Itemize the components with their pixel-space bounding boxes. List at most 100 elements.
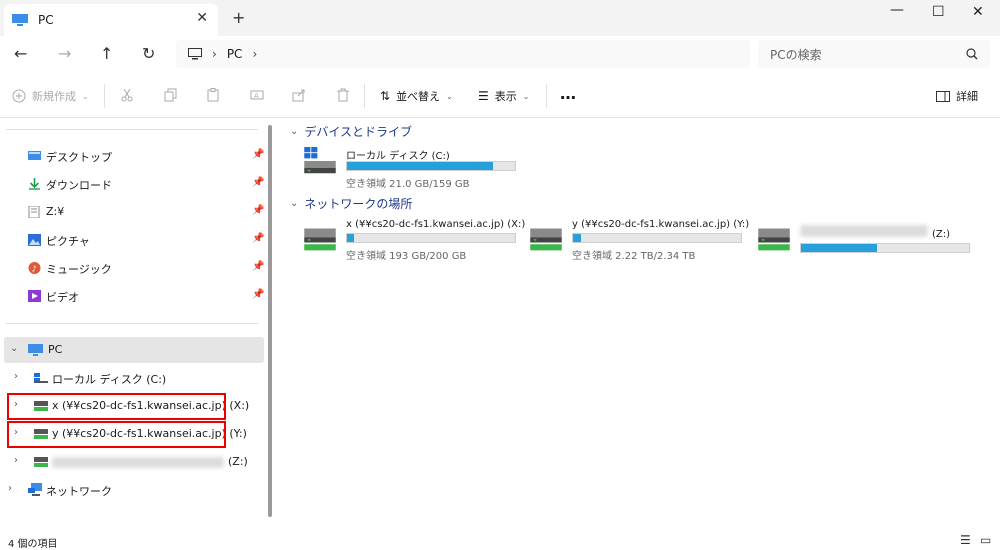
pc-icon: [12, 14, 28, 26]
free-space-text: 空き領域 2.22 TB/2.34 TB: [572, 251, 696, 262]
pin-icon[interactable]: 📌: [252, 205, 264, 216]
search-icon: [966, 48, 978, 60]
chevron-down-icon: ⌄: [446, 91, 453, 101]
tab-pc[interactable]: PC ✕: [4, 4, 218, 36]
pictures-icon: [28, 234, 41, 246]
more-options-button[interactable]: …: [560, 84, 576, 103]
sidebar-item-music[interactable]: ♪ ミュージック 📌: [0, 255, 266, 281]
sort-icon: ⇅: [380, 89, 391, 103]
tab-title: PC: [38, 13, 54, 27]
delete-icon[interactable]: [336, 88, 350, 102]
details-view-icon[interactable]: ☰: [960, 533, 971, 547]
capacity-fill: [801, 244, 877, 252]
details-pane-icon: [936, 90, 950, 102]
maximize-button[interactable]: ☐: [932, 4, 945, 20]
sidebar-item-videos[interactable]: ビデオ 📌: [0, 283, 266, 309]
pin-icon[interactable]: 📌: [252, 177, 264, 188]
rename-icon[interactable]: A: [250, 88, 264, 102]
address-bar[interactable]: › PC ›: [176, 40, 750, 68]
breadcrumb-pc[interactable]: PC: [227, 47, 243, 61]
breadcrumb-chevron-icon[interactable]: ›: [252, 47, 257, 61]
pin-icon[interactable]: 📌: [252, 149, 264, 160]
drive-tile-local[interactable]: ローカル ディスク (C:) 空き領域 21.0 GB/159 GB: [302, 147, 522, 190]
search-input[interactable]: PCの検索: [770, 46, 822, 63]
divider: [364, 84, 365, 108]
drive-tile-z[interactable]: (Z:): [756, 219, 976, 259]
capacity-fill: [347, 234, 354, 242]
sidebar-item-local-disk[interactable]: › ローカル ディスク (C:): [0, 365, 266, 391]
sidebar-item-z-network-drive[interactable]: › (Z:): [0, 449, 266, 475]
chevron-down-icon[interactable]: ⌄: [10, 343, 18, 354]
desktop-icon: [28, 151, 41, 160]
status-bar: 4 個の項目 ☰ ▭: [0, 531, 1000, 550]
up-button[interactable]: ↑: [100, 44, 113, 63]
pin-icon[interactable]: 📌: [252, 289, 264, 300]
copy-icon[interactable]: [164, 88, 178, 102]
sidebar-item-label: デスクトップ: [46, 151, 112, 164]
videos-icon: [28, 290, 41, 302]
chevron-down-icon[interactable]: ⌄: [290, 198, 298, 209]
sidebar-item-label: ミュージック: [46, 263, 112, 276]
close-window-button[interactable]: ✕: [972, 4, 984, 20]
search-box[interactable]: PCの検索: [758, 40, 990, 68]
free-space-text: 空き領域 21.0 GB/159 GB: [346, 179, 470, 190]
drive-tile-y[interactable]: y (¥¥cs20-dc-fs1.kwansei.ac.jp) (Y:) 空き領…: [528, 219, 749, 262]
view-button[interactable]: ☰ 表示 ⌄: [478, 88, 529, 104]
pin-icon[interactable]: 📌: [252, 233, 264, 244]
divider: [104, 84, 105, 108]
navigation-bar: ← → ↑ ↻ › PC › PCの検索: [0, 36, 1000, 72]
monitor-icon: [188, 48, 202, 60]
view-icon: ☰: [478, 89, 489, 103]
sidebar-item-label: ビデオ: [46, 291, 79, 304]
folder-icon: [28, 206, 40, 218]
sidebar-item-desktop[interactable]: デスクトップ 📌: [0, 143, 266, 169]
sidebar-item-network[interactable]: › ネットワーク: [0, 477, 266, 503]
sidebar-scrollbar[interactable]: [268, 125, 272, 517]
chevron-right-icon[interactable]: ›: [14, 371, 18, 382]
command-bar: 新規作成 ⌄ A ⇅ 並べ替え ⌄ ☰ 表示 ⌄ … 詳細: [0, 74, 1000, 118]
redacted-text: [800, 225, 928, 237]
windows-drive-icon: [304, 147, 336, 174]
back-button[interactable]: ←: [14, 44, 27, 63]
network-section-header[interactable]: ⌄ ネットワークの場所: [290, 195, 412, 212]
paste-icon[interactable]: [206, 88, 220, 102]
capacity-bar: [572, 233, 742, 243]
tiles-view-icon[interactable]: ▭: [980, 533, 991, 547]
sidebar-item-pictures[interactable]: ピクチャ 📌: [0, 227, 266, 253]
chevron-right-icon[interactable]: ›: [14, 455, 18, 466]
pin-icon[interactable]: 📌: [252, 261, 264, 272]
chevron-right-icon[interactable]: ›: [8, 483, 12, 494]
sidebar-item-label: (Z:): [228, 455, 248, 468]
download-icon: [29, 178, 40, 190]
new-button[interactable]: 新規作成 ⌄: [12, 88, 89, 104]
windows-drive-icon: [34, 373, 48, 383]
sort-button[interactable]: ⇅ 並べ替え ⌄: [380, 88, 453, 104]
share-icon[interactable]: [292, 88, 306, 102]
cut-icon[interactable]: [120, 88, 134, 102]
sidebar-item-label: Z:¥: [46, 205, 65, 218]
title-bar: PC ✕ + — ☐ ✕: [0, 0, 1000, 36]
capacity-fill: [347, 162, 494, 170]
refresh-button[interactable]: ↻: [142, 44, 155, 63]
sidebar-item-z-drive[interactable]: Z:¥ 📌: [0, 199, 266, 225]
drive-name: (Z:): [932, 229, 951, 240]
new-tab-button[interactable]: +: [232, 8, 245, 27]
sidebar-item-label: PC: [48, 343, 63, 356]
forward-button[interactable]: →: [58, 44, 71, 63]
details-button[interactable]: 詳細: [936, 88, 978, 104]
sidebar-item-pc[interactable]: ⌄ PC: [4, 337, 264, 363]
network-drive-icon: [758, 228, 790, 251]
capacity-fill: [573, 234, 582, 242]
devices-section-header[interactable]: ⌄ デバイスとドライブ: [290, 123, 412, 140]
close-tab-icon[interactable]: ✕: [196, 10, 208, 26]
divider: [6, 323, 258, 324]
drive-name: ローカル ディスク (C:): [346, 151, 450, 162]
minimize-button[interactable]: —: [890, 2, 904, 18]
sidebar-item-label: ピクチャ: [46, 235, 90, 248]
chevron-down-icon[interactable]: ⌄: [290, 126, 298, 137]
main-content: ⌄ デバイスとドライブ ローカル ディスク (C:) 空き領域 21.0 GB/…: [282, 119, 1000, 531]
drive-tile-x[interactable]: x (¥¥cs20-dc-fs1.kwansei.ac.jp) (X:) 空き領…: [302, 219, 525, 262]
sidebar-item-downloads[interactable]: ダウンロード 📌: [0, 171, 266, 197]
details-label: 詳細: [956, 90, 978, 103]
divider: [6, 129, 258, 130]
